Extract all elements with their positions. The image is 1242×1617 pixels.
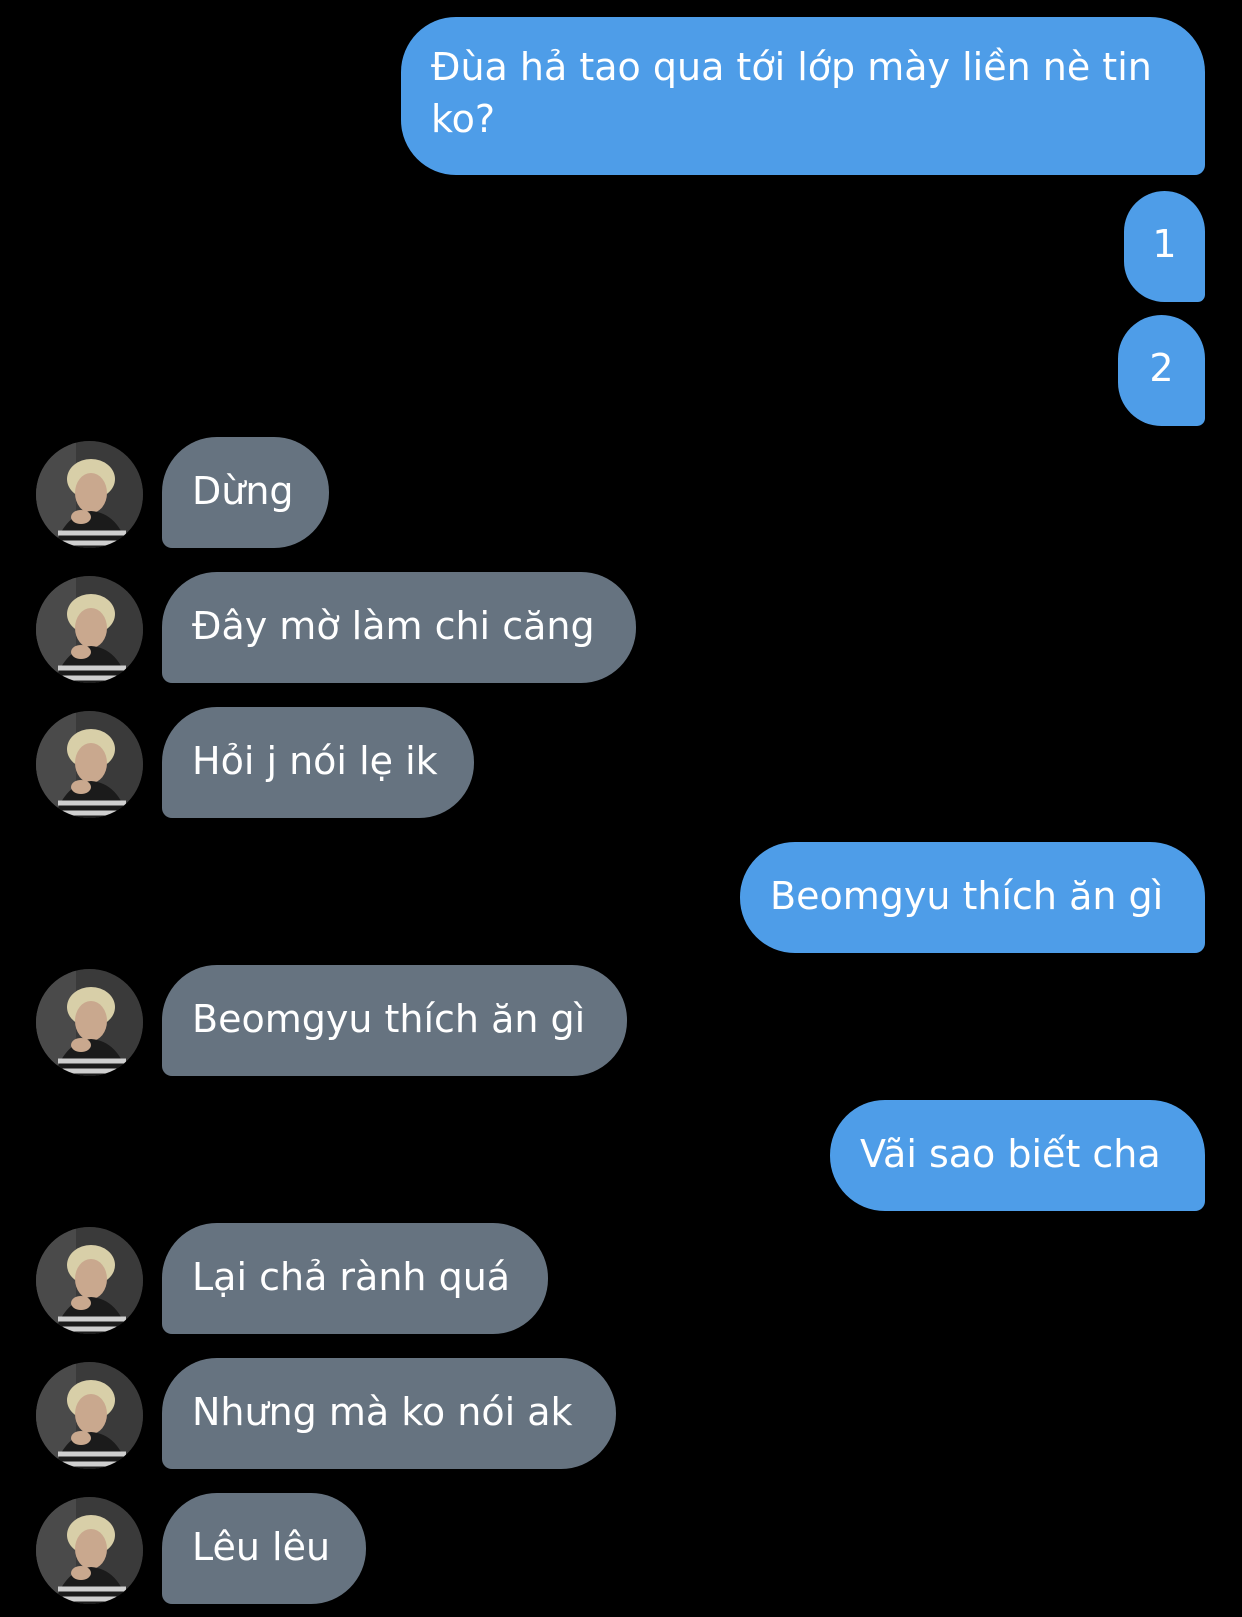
received-message-bubble[interactable]: Đây mờ làm chi căng — [162, 572, 636, 683]
received-message-bubble[interactable]: Lại chả rành quá — [162, 1223, 548, 1334]
message-text: Lại chả rành quá — [192, 1255, 511, 1299]
message-text: Lêu lêu — [192, 1525, 331, 1569]
message-text: Đùa hả tao qua tới lớp mày liền nè tin k… — [431, 45, 1152, 141]
profile-photo-icon — [36, 1497, 143, 1604]
sent-message-bubble[interactable]: Beomgyu thích ăn gì — [740, 842, 1205, 953]
contact-avatar[interactable] — [36, 1497, 143, 1604]
message-text: Nhưng mà ko nói ak — [192, 1390, 573, 1434]
profile-photo-icon — [36, 711, 143, 818]
message-text: 1 — [1152, 222, 1177, 266]
contact-avatar[interactable] — [36, 1227, 143, 1334]
received-message-bubble[interactable]: Beomgyu thích ăn gì — [162, 965, 627, 1076]
received-message-bubble[interactable]: Nhưng mà ko nói ak — [162, 1358, 616, 1469]
message-text: Đây mờ làm chi căng — [192, 604, 595, 648]
profile-photo-icon — [36, 1227, 143, 1334]
profile-photo-icon — [36, 1362, 143, 1469]
profile-photo-icon — [36, 969, 143, 1076]
received-message-bubble[interactable]: Hỏi j nói lẹ ik — [162, 707, 474, 818]
profile-photo-icon — [36, 441, 143, 548]
received-message-bubble[interactable]: Dừng — [162, 437, 329, 548]
message-text: Hỏi j nói lẹ ik — [192, 739, 438, 783]
sent-message-bubble[interactable]: 1 — [1124, 191, 1205, 302]
message-text: Beomgyu thích ăn gì — [770, 874, 1164, 918]
contact-avatar[interactable] — [36, 441, 143, 548]
profile-photo-icon — [36, 576, 143, 683]
conversation-thread[interactable]: Đùa hả tao qua tới lớp mày liền nè tin k… — [0, 0, 1242, 1617]
message-text: Beomgyu thích ăn gì — [192, 997, 586, 1041]
message-text: Vãi sao biết cha — [860, 1132, 1161, 1176]
sent-message-bubble[interactable]: Đùa hả tao qua tới lớp mày liền nè tin k… — [401, 17, 1205, 175]
contact-avatar[interactable] — [36, 1362, 143, 1469]
received-message-bubble[interactable]: Lêu lêu — [162, 1493, 366, 1604]
contact-avatar[interactable] — [36, 576, 143, 683]
contact-avatar[interactable] — [36, 969, 143, 1076]
sent-message-bubble[interactable]: 2 — [1118, 315, 1205, 426]
message-text: Dừng — [192, 469, 294, 513]
contact-avatar[interactable] — [36, 711, 143, 818]
message-text: 2 — [1149, 346, 1174, 390]
sent-message-bubble[interactable]: Vãi sao biết cha — [830, 1100, 1205, 1211]
